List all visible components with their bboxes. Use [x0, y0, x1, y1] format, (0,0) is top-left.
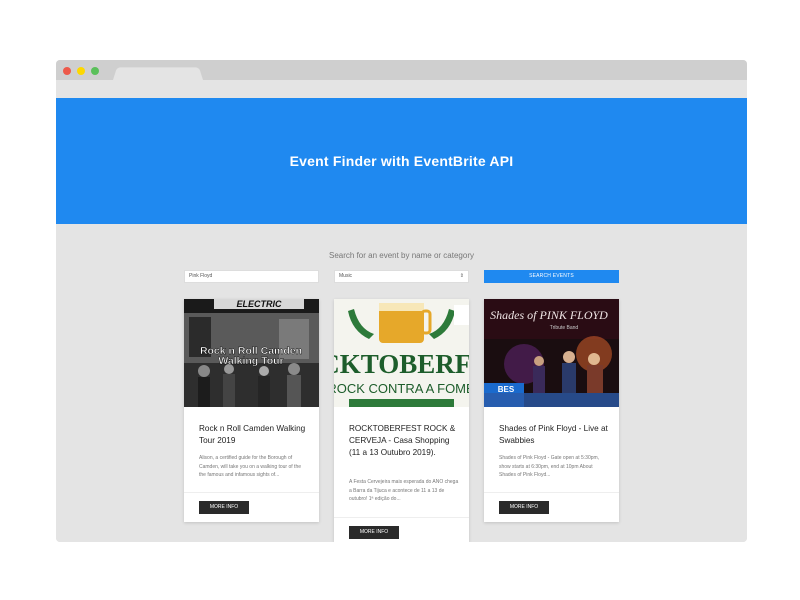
- minimize-window-icon[interactable]: [77, 67, 85, 75]
- svg-text:BES: BES: [498, 385, 515, 394]
- browser-titlebar: [56, 60, 747, 80]
- poster-subtitle-text: ROCK CONTRA A FOME: [334, 381, 469, 396]
- category-select-value: Music: [339, 273, 353, 279]
- event-title[interactable]: Shades of Pink Floyd - Live at Swabbies: [499, 423, 609, 447]
- card-divider: [184, 492, 319, 493]
- event-title[interactable]: Rock n Roll Camden Walking Tour 2019: [199, 423, 309, 447]
- more-info-button[interactable]: MORE INFO: [199, 501, 249, 514]
- event-description: A Festa Cervejeira mais esperada do ANO …: [349, 479, 459, 502]
- browser-toolbar: [56, 80, 747, 98]
- hero-banner: Event Finder with EventBrite API: [56, 98, 747, 224]
- more-info-button[interactable]: MORE INFO: [499, 501, 549, 514]
- select-arrows-icon: ⇕: [459, 273, 464, 279]
- browser-window: Event Finder with EventBrite API Search …: [56, 60, 747, 542]
- rocktoberfest-poster: ROCKTOBERFEST ROCK CONTRA A FOME: [334, 299, 469, 407]
- event-image[interactable]: ELECTRIC Rock n Roll Camden Walking Tour: [184, 299, 319, 407]
- event-image[interactable]: Shades of PINK FLOYD Tribute Band BES: [484, 299, 619, 407]
- band-tagline-text: Tribute Band: [550, 325, 579, 331]
- event-card: ELECTRIC Rock n Roll Camden Walking Tour: [184, 299, 319, 522]
- image-sign-text: ELECTRIC: [237, 299, 283, 309]
- card-divider: [484, 492, 619, 493]
- more-info-button[interactable]: MORE INFO: [349, 526, 399, 539]
- event-name-input[interactable]: Pink Floyd: [184, 270, 319, 283]
- event-card: ROCKTOBERFEST ROCK CONTRA A FOME ROCKTOB…: [334, 299, 469, 542]
- poster-title-text: ROCKTOBERFEST: [334, 349, 469, 379]
- event-description: Shades of Pink Floyd - Gate open at 5:30…: [499, 455, 600, 478]
- image-overlay-subtitle: Walking Tour: [218, 355, 283, 367]
- close-window-icon[interactable]: [63, 67, 71, 75]
- event-description: Alison, a certified guide for the Boroug…: [199, 455, 301, 478]
- category-select[interactable]: Music ⇕: [334, 270, 469, 283]
- pink-floyd-band-photo: Shades of PINK FLOYD Tribute Band BES: [484, 299, 619, 407]
- browser-tab[interactable]: [113, 67, 203, 80]
- main-content: Search for an event by name or category …: [56, 224, 747, 542]
- page-title: Event Finder with EventBrite API: [289, 153, 514, 169]
- event-image[interactable]: ROCKTOBERFEST ROCK CONTRA A FOME: [334, 299, 469, 407]
- event-title[interactable]: ROCKTOBERFEST ROCK & CERVEJA - Casa Shop…: [349, 423, 459, 459]
- maximize-window-icon[interactable]: [91, 67, 99, 75]
- card-divider: [334, 517, 469, 518]
- event-card: Shades of PINK FLOYD Tribute Band BES Sh…: [484, 299, 619, 522]
- camden-photo: ELECTRIC Rock n Roll Camden Walking Tour: [184, 299, 319, 407]
- search-events-button[interactable]: SEARCH EVENTS: [484, 270, 619, 283]
- band-logo-text: Shades of PINK FLOYD: [490, 308, 608, 322]
- search-heading: Search for an event by name or category: [329, 251, 474, 260]
